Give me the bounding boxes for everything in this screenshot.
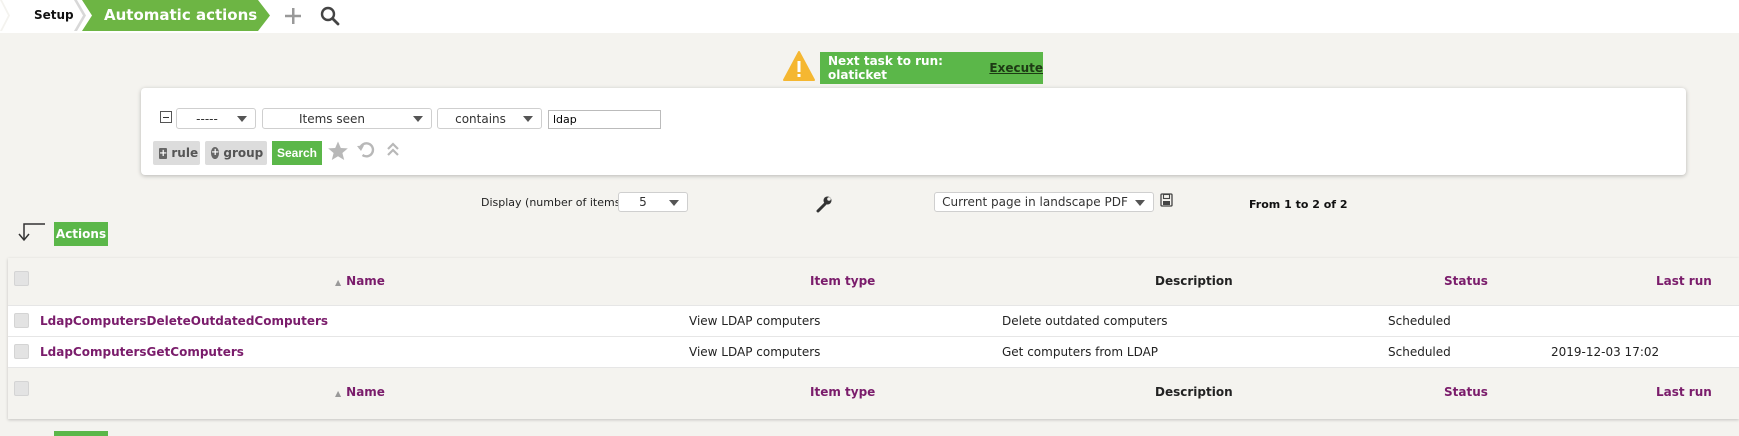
select-arrow-icon <box>16 222 46 242</box>
display-count-label: Display (number of items) <box>481 196 625 209</box>
breadcrumb-setup-label: Setup <box>34 8 74 22</box>
table-footer: ▲ Name Item type Description Status Last … <box>8 368 1739 419</box>
collapse-icon[interactable] <box>386 141 400 162</box>
search-field-value: Items seen <box>298 111 365 126</box>
add-group-button[interactable]: + group <box>205 141 267 165</box>
column-status-footer[interactable]: Status <box>1444 385 1488 399</box>
remove-criteria-button[interactable] <box>160 111 172 123</box>
column-last-run-footer[interactable]: Last run <box>1656 385 1712 399</box>
star-icon[interactable] <box>327 140 349 165</box>
add-rule-button[interactable]: + rule <box>153 141 200 165</box>
column-name-label: Name <box>346 274 385 288</box>
search-field-select[interactable]: Items seen <box>262 108 432 129</box>
breadcrumb-setup[interactable]: Setup <box>0 0 86 31</box>
breadcrumb-current[interactable]: Automatic actions <box>82 0 270 31</box>
add-rule-label: rule <box>171 146 199 160</box>
display-count-value: 5 <box>639 195 647 209</box>
row-last-run: 2019-12-03 17:02 <box>1551 345 1660 359</box>
save-icon[interactable] <box>1160 193 1173 207</box>
add-group-label: group <box>223 146 264 160</box>
plus-circle-icon: + <box>211 147 220 159</box>
plus-icon: + <box>159 147 168 159</box>
row-item-type: View LDAP computers <box>689 314 821 328</box>
search-icon[interactable] <box>318 4 342 28</box>
column-name-footer[interactable]: ▲ Name <box>335 385 385 399</box>
page-title: Automatic actions <box>104 6 258 24</box>
actions-button-bottom[interactable] <box>54 431 108 436</box>
wrench-icon[interactable] <box>815 195 833 213</box>
export-format-select[interactable]: Current page in landscape PDF <box>934 192 1154 212</box>
warning-icon <box>782 50 816 82</box>
search-value-input[interactable] <box>548 110 661 129</box>
sort-icon: ▲ <box>335 278 342 287</box>
actions-button[interactable]: Actions <box>54 222 108 246</box>
column-status-header[interactable]: Status <box>1444 274 1488 288</box>
next-task-banner: Next task to run: olaticket Execute <box>820 52 1043 84</box>
column-description-header: Description <box>1155 274 1233 288</box>
pager-text: From 1 to 2 of 2 <box>1249 198 1348 211</box>
execute-link[interactable]: Execute <box>989 61 1043 75</box>
export-format-value: Current page in landscape PDF <box>942 195 1128 209</box>
display-count-select[interactable]: 5 <box>618 192 688 212</box>
row-checkbox[interactable] <box>14 344 29 359</box>
plus-icon[interactable] <box>281 4 305 28</box>
row-status: Scheduled <box>1388 314 1451 328</box>
select-all-checkbox[interactable] <box>14 271 29 286</box>
table-row: LdapComputersGetComputers View LDAP comp… <box>8 337 1739 367</box>
select-all-checkbox-footer[interactable] <box>14 381 29 396</box>
next-task-text: Next task to run: olaticket <box>828 54 943 82</box>
column-name-header[interactable]: ▲ Name <box>335 274 385 288</box>
row-description: Delete outdated computers <box>1002 314 1168 328</box>
row-checkbox[interactable] <box>14 313 29 328</box>
column-last-run-header[interactable]: Last run <box>1656 274 1712 288</box>
search-operator-value: contains <box>455 111 506 126</box>
search-operator-select[interactable]: contains <box>437 108 542 129</box>
column-description-footer: Description <box>1155 385 1233 399</box>
column-item-type-footer[interactable]: Item type <box>810 385 875 399</box>
row-name-link[interactable]: LdapComputersDeleteOutdatedComputers <box>40 314 328 328</box>
row-item-type: View LDAP computers <box>689 345 821 359</box>
row-status: Scheduled <box>1388 345 1451 359</box>
sort-icon: ▲ <box>335 389 342 398</box>
top-bar: Setup Automatic actions <box>0 0 1739 33</box>
table-row: LdapComputersDeleteOutdatedComputers Vie… <box>8 306 1739 336</box>
row-description: Get computers from LDAP <box>1002 345 1159 359</box>
column-item-type-header[interactable]: Item type <box>810 274 875 288</box>
column-name-footer-label: Name <box>346 385 385 399</box>
table-header: ▲ Name Item type Description Status Last … <box>8 258 1739 305</box>
row-name-link[interactable]: LdapComputersGetComputers <box>40 345 244 359</box>
reset-icon[interactable] <box>356 140 376 163</box>
criteria-link-value: ----- <box>196 111 218 126</box>
results-table: ▲ Name Item type Description Status Last … <box>8 258 1739 419</box>
criteria-link-select[interactable]: ----- <box>176 108 256 129</box>
search-button[interactable]: Search <box>272 141 322 165</box>
